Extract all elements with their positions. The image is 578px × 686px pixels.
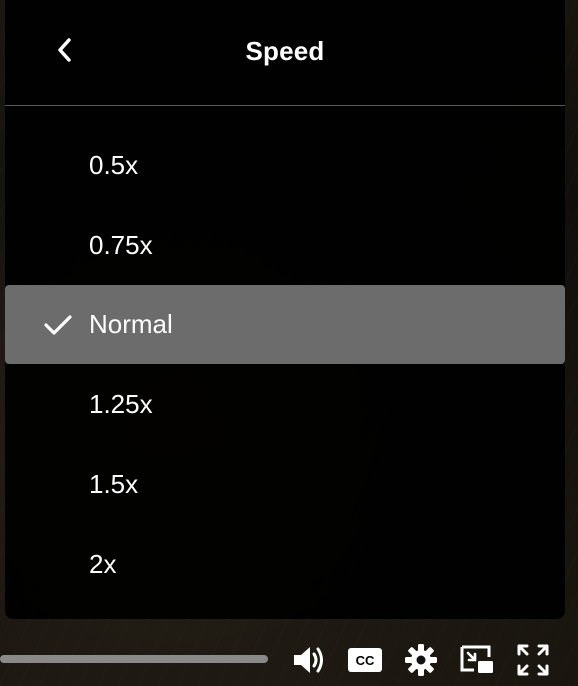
checkmark-icon [43, 310, 73, 340]
speed-option-label: 2x [89, 548, 117, 579]
speed-option-1.5x[interactable]: 1.5x [5, 444, 565, 524]
speed-option-2x[interactable]: 2x [5, 524, 565, 604]
speed-option-label: 1.25x [89, 388, 153, 419]
speed-option-1.25x[interactable]: 1.25x [5, 364, 565, 444]
speed-menu: Speed 0.5x 0.75x Normal 1.25x 1.5x 2x [5, 0, 565, 619]
speed-option-label: 1.5x [89, 468, 139, 499]
gear-icon [405, 644, 437, 676]
speed-option-label: Normal [89, 309, 173, 339]
volume-icon [294, 647, 323, 673]
menu-title: Speed [245, 36, 325, 66]
fullscreen-icon [517, 644, 549, 676]
speed-options-list: 0.5x 0.75x Normal 1.25x 1.5x 2x [5, 125, 565, 604]
speed-option-label: 0.5x [89, 149, 139, 180]
speed-option-label: 0.75x [89, 229, 153, 260]
speed-option-0.5x[interactable]: 0.5x [5, 125, 565, 205]
speed-option-normal[interactable]: Normal [5, 285, 565, 364]
captions-button[interactable]: CC [345, 640, 385, 680]
menu-header: Speed [5, 0, 565, 106]
picture-in-picture-icon [460, 645, 493, 673]
speed-option-0.75x[interactable]: 0.75x [5, 205, 565, 285]
picture-in-picture-button[interactable] [457, 640, 497, 680]
player-controls: CC [0, 628, 578, 686]
settings-button[interactable] [401, 640, 441, 680]
fullscreen-button[interactable] [513, 640, 553, 680]
captions-label: CC [356, 653, 375, 668]
captions-icon: CC [348, 648, 382, 672]
volume-button[interactable] [289, 640, 329, 680]
progress-bar[interactable] [0, 655, 268, 663]
